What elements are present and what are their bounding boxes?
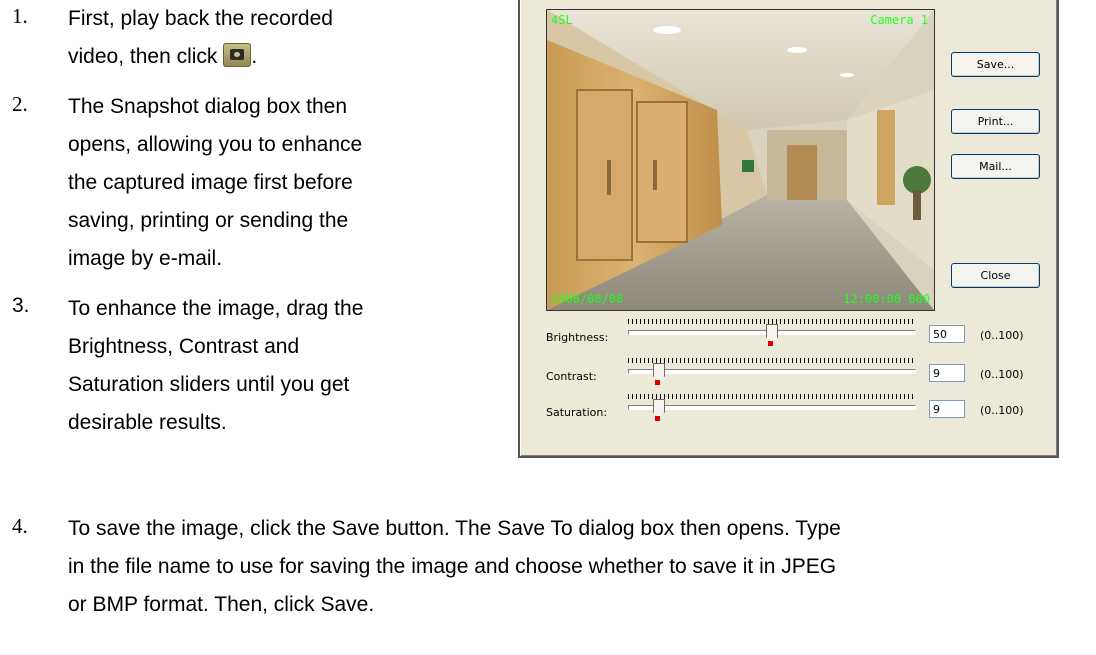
time-stamp: 12:00:00 000 (843, 292, 930, 306)
slider-track (628, 369, 916, 374)
step-text-line: image by e-mail. (68, 247, 223, 270)
slider-ticks (628, 319, 914, 324)
contrast-label: Contrast: (546, 370, 597, 383)
overlay-top-left-text: 4SL (551, 13, 573, 27)
slider-marker (655, 380, 660, 385)
slider-marker (768, 341, 773, 346)
saturation-value-field[interactable]: 9 (929, 400, 965, 418)
brightness-slider[interactable] (628, 319, 916, 346)
snapshot-dialog: 4SL Camera 1 2008/08/08 12:00:00 000 Sav… (518, 0, 1059, 458)
slider-ticks (628, 394, 914, 399)
contrast-range-label: (0..100) (980, 368, 1024, 381)
brightness-value-field[interactable]: 50 (929, 325, 965, 343)
date-stamp: 2008/08/08 (551, 292, 624, 306)
save-button[interactable]: Save... (951, 52, 1040, 77)
saturation-slider[interactable] (628, 394, 916, 421)
saturation-range-label: (0..100) (980, 404, 1024, 417)
hallway-picture (547, 10, 934, 310)
step-text-line: in the file name to use for saving the i… (68, 555, 837, 578)
step-text-line: Brightness, Contrast and (68, 335, 300, 358)
slider-track (628, 405, 916, 410)
slider-marker (655, 416, 660, 421)
slider-ticks (628, 358, 914, 363)
brightness-label: Brightness: (546, 331, 609, 344)
camera-name-label: Camera 1 (870, 13, 928, 27)
brightness-range-label: (0..100) (980, 329, 1024, 342)
contrast-value-field[interactable]: 9 (929, 364, 965, 382)
step-text-line: the captured image first before (68, 171, 353, 194)
mail-button[interactable]: Mail... (951, 154, 1040, 179)
step-text-line: desirable results. (68, 411, 227, 434)
step-number: 2. (12, 92, 28, 116)
saturation-label: Saturation: (546, 406, 608, 419)
snapshot-image: 4SL Camera 1 2008/08/08 12:00:00 000 (546, 9, 935, 311)
step-text-line: To enhance the image, drag the (68, 297, 364, 320)
snapshot-camera-icon (223, 43, 252, 67)
step-text-line: opens, allowing you to enhance (68, 133, 363, 156)
close-button[interactable]: Close (951, 263, 1040, 288)
contrast-slider[interactable] (628, 358, 916, 385)
step-text-line: saving, printing or sending the (68, 209, 349, 232)
step-number: 4. (12, 514, 28, 538)
step-text-line: Saturation sliders until you get (68, 373, 350, 396)
step-text-line: or BMP format. Then, click Save. (68, 593, 375, 616)
step-text-line: First, play back the recorded (68, 7, 333, 30)
print-button[interactable]: Print... (951, 109, 1040, 134)
step-number: 1. (12, 4, 28, 28)
step-text-line: The Snapshot dialog box then (68, 95, 348, 118)
step-text-line: video, then click. (68, 43, 258, 68)
step-text-line: To save the image, click the Save button… (68, 517, 841, 540)
step-number: 3. (12, 294, 30, 317)
